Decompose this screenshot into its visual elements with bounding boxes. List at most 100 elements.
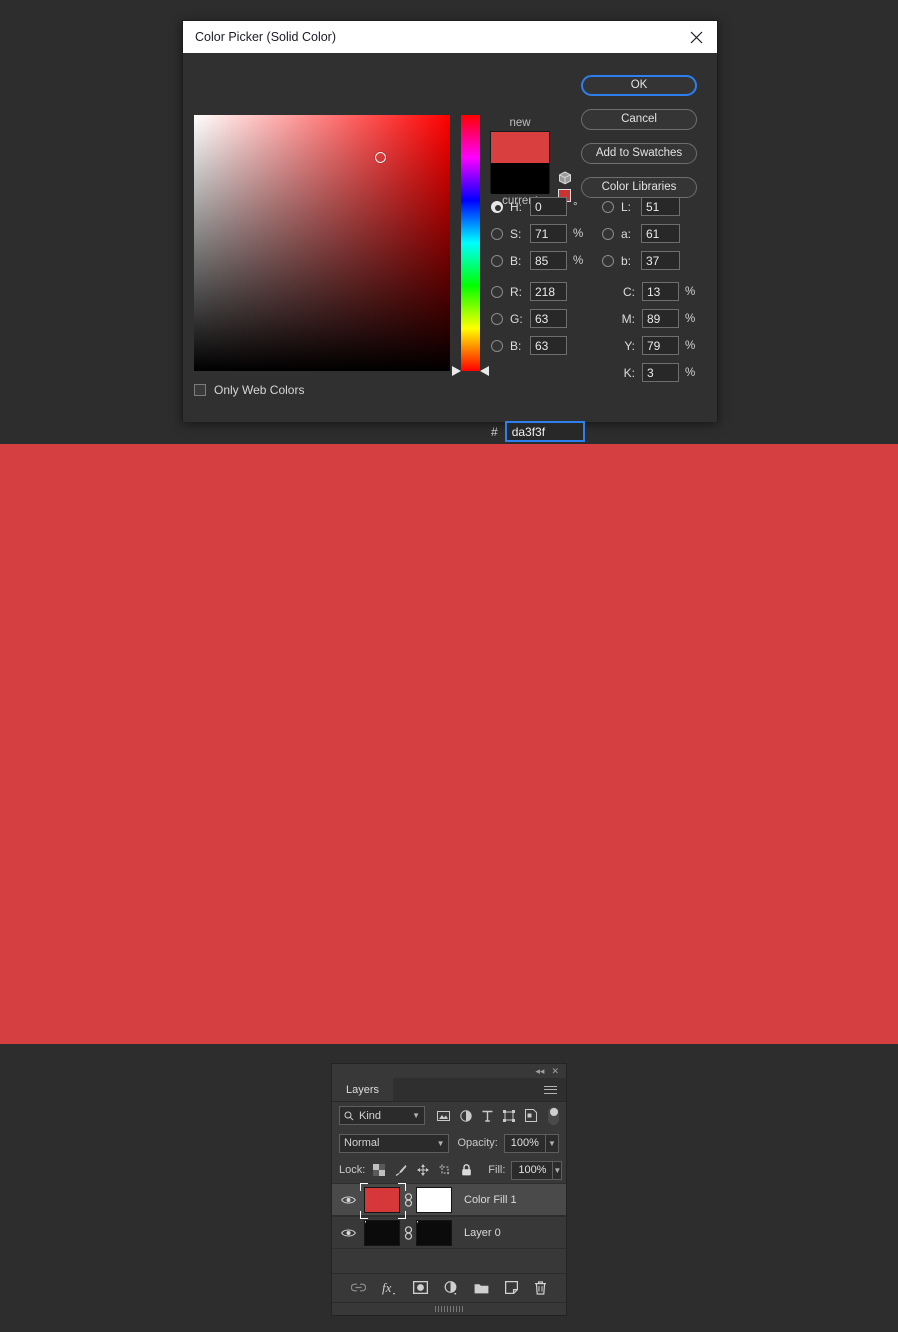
new-color-label: new: [509, 117, 531, 129]
new-group-icon[interactable]: [474, 1282, 489, 1294]
lab-column: L: a: b:: [602, 193, 680, 274]
ok-button[interactable]: OK: [581, 75, 697, 96]
table-row[interactable]: Layer 0: [332, 1216, 566, 1249]
panel-menu-icon[interactable]: [544, 1078, 566, 1101]
hex-sign: #: [491, 424, 498, 439]
cube-icon[interactable]: [558, 171, 572, 185]
new-adjustment-icon[interactable]: [444, 1280, 458, 1295]
layer-visibility-toggle[interactable]: [332, 1228, 364, 1238]
mask-link-icon[interactable]: [400, 1192, 416, 1207]
unit-black: %: [685, 366, 696, 379]
layer-thumbnail-wrap[interactable]: [364, 1219, 400, 1246]
delete-layer-icon[interactable]: [534, 1280, 547, 1295]
panel-resize-grip[interactable]: [332, 1302, 566, 1315]
lock-artboard-icon[interactable]: [439, 1164, 451, 1176]
radio-lab-l[interactable]: [602, 200, 614, 213]
layer-thumbnail[interactable]: [364, 1186, 400, 1213]
cancel-button[interactable]: Cancel: [581, 109, 697, 130]
table-row[interactable]: Color Fill 1: [332, 1182, 566, 1219]
hue-marker-right: [480, 366, 489, 376]
add-to-swatches-button[interactable]: Add to Swatches: [581, 143, 697, 164]
radio-blue[interactable]: [491, 339, 503, 352]
chevron-down-icon: ▼: [547, 1138, 556, 1148]
radio-hue[interactable]: [491, 200, 503, 213]
radio-brightness[interactable]: [491, 254, 503, 267]
fill-input[interactable]: [511, 1160, 554, 1180]
layer-visibility-toggle[interactable]: [332, 1195, 364, 1205]
lock-all-icon[interactable]: [461, 1164, 472, 1176]
new-color-swatch[interactable]: [491, 132, 549, 163]
input-black[interactable]: [642, 363, 679, 382]
input-yellow[interactable]: [642, 336, 679, 355]
blend-mode-select[interactable]: Normal ▼: [339, 1133, 450, 1153]
lock-position-icon[interactable]: [417, 1164, 430, 1176]
radio-saturation[interactable]: [491, 227, 503, 240]
add-mask-icon[interactable]: [413, 1281, 428, 1294]
radio-red[interactable]: [491, 285, 503, 298]
label-magenta: M:: [621, 311, 635, 326]
unit-cyan: %: [685, 285, 696, 298]
layer-name: Layer 0: [464, 1226, 501, 1239]
radio-green[interactable]: [491, 312, 503, 325]
label-lab-b: b:: [621, 253, 632, 268]
link-layers-icon[interactable]: [351, 1283, 366, 1293]
close-icon[interactable]: ✕: [551, 1066, 559, 1076]
label-cyan: C:: [623, 284, 635, 299]
only-web-colors-checkbox[interactable]: Only Web Colors: [194, 383, 304, 397]
fill-stepper[interactable]: ▼: [553, 1160, 563, 1180]
mask-link-icon[interactable]: [400, 1225, 416, 1240]
input-brightness[interactable]: [530, 251, 567, 270]
checkbox-box: [194, 384, 206, 396]
radio-lab-b[interactable]: [602, 254, 614, 267]
input-lab-b[interactable]: [641, 251, 680, 270]
fx-icon[interactable]: fx: [382, 1281, 397, 1295]
blend-mode-label: Normal: [344, 1137, 380, 1149]
input-lab-l[interactable]: [641, 197, 680, 216]
input-blue[interactable]: [530, 336, 567, 355]
smart-object-filter-icon[interactable]: [525, 1109, 537, 1122]
new-layer-icon[interactable]: [505, 1281, 518, 1294]
current-color-swatch[interactable]: [491, 163, 549, 194]
input-saturation[interactable]: [530, 224, 567, 243]
adjustment-filter-icon[interactable]: [460, 1109, 472, 1122]
hue-marker-left: [452, 366, 461, 376]
unit-yellow: %: [685, 339, 696, 352]
lock-image-icon[interactable]: [395, 1164, 407, 1176]
tab-layers-label: Layers: [346, 1083, 380, 1096]
hue-slider[interactable]: [461, 115, 480, 371]
field-row-saturation: S: %: [491, 220, 587, 247]
pixel-filter-icon[interactable]: [437, 1110, 450, 1122]
field-row-hue: H: °: [491, 193, 587, 220]
close-icon[interactable]: [685, 26, 707, 48]
input-red[interactable]: [530, 282, 567, 301]
tab-layers[interactable]: Layers: [332, 1078, 394, 1101]
opacity-stepper[interactable]: ▼: [545, 1133, 559, 1153]
opacity-input[interactable]: [503, 1133, 546, 1153]
filter-kind-select[interactable]: Kind ▼: [339, 1106, 425, 1125]
layer-thumbnail-wrap[interactable]: [360, 1182, 406, 1219]
field-row-lab-a: a:: [602, 220, 680, 247]
dialog-buttons: OK Cancel Add to Swatches Color Librarie…: [581, 75, 697, 211]
collapse-icon[interactable]: ◂◂: [535, 1066, 544, 1076]
saturation-brightness-field[interactable]: [194, 115, 450, 371]
layer-mask-thumbnail[interactable]: [416, 1186, 452, 1213]
layer-thumbnail[interactable]: [364, 1219, 400, 1246]
hex-input[interactable]: [504, 421, 585, 442]
shape-filter-icon[interactable]: [503, 1109, 515, 1122]
panel-topbar: ◂◂ ✕: [332, 1064, 566, 1078]
unit-saturation: %: [573, 227, 584, 240]
radio-lab-a[interactable]: [602, 227, 614, 240]
input-cyan[interactable]: [642, 282, 679, 301]
layer-list: Color Fill 1 Layer 0: [332, 1182, 566, 1249]
type-filter-icon[interactable]: [482, 1110, 493, 1122]
input-lab-a[interactable]: [641, 224, 680, 243]
label-black: K:: [623, 365, 635, 380]
lock-transparency-icon[interactable]: [373, 1164, 386, 1176]
label-lab-l: L:: [621, 199, 632, 214]
hue-slider-wrapper: [452, 115, 489, 376]
filter-enable-toggle[interactable]: [548, 1106, 559, 1125]
input-green[interactable]: [530, 309, 567, 328]
input-hue[interactable]: [530, 197, 567, 216]
layer-mask-thumbnail[interactable]: [416, 1219, 452, 1246]
input-magenta[interactable]: [642, 309, 679, 328]
